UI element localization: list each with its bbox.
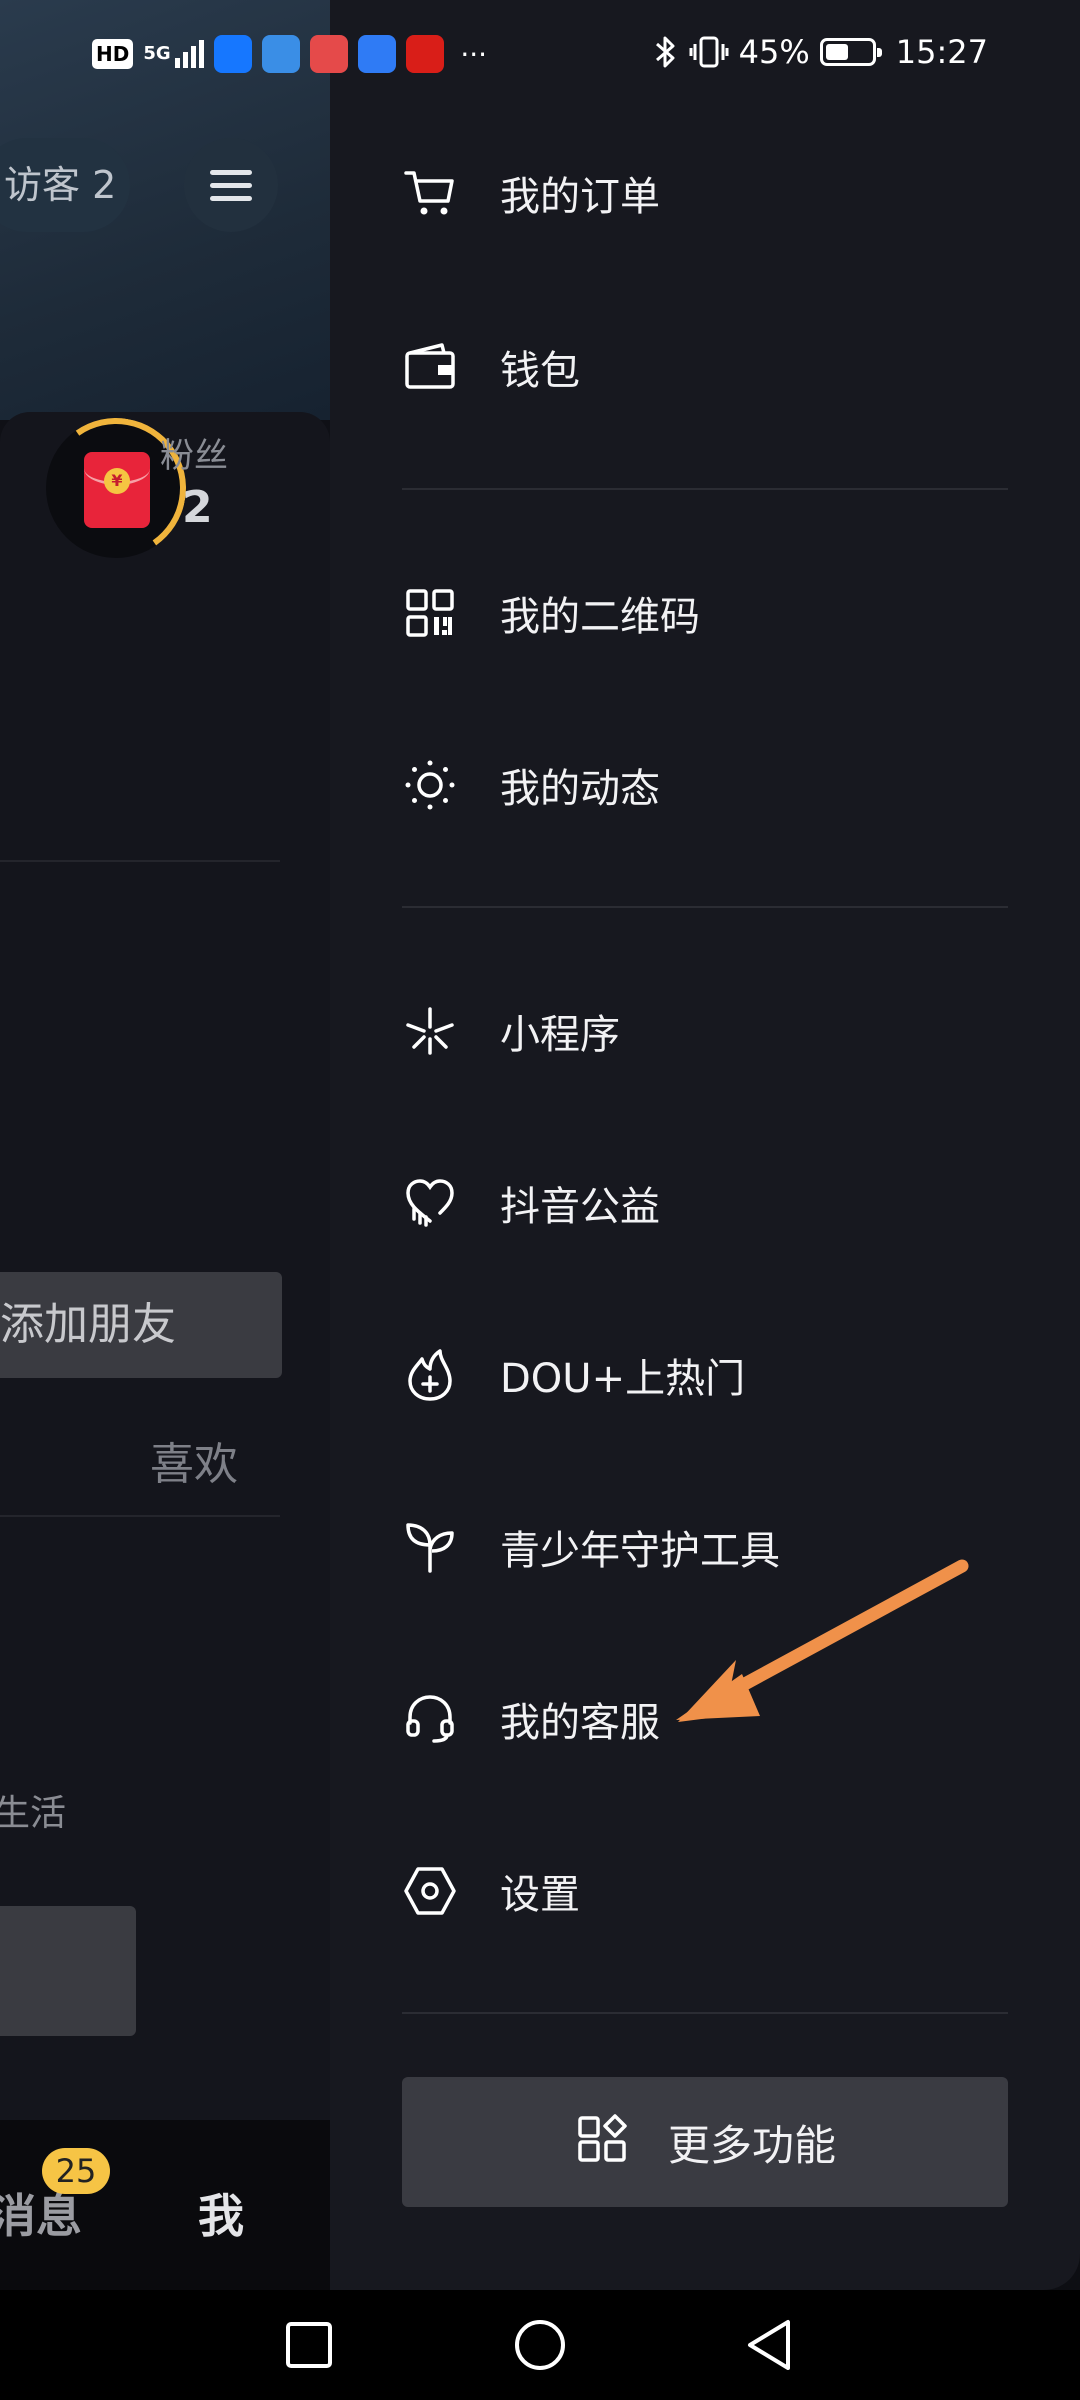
life-text: 生活 [0,1793,67,1834]
browser-app-icon [262,35,301,73]
status-left-icons: HD 5G ··· [92,32,487,76]
side-drawer: 我的订单 钱包 我的二维码 我的动态 小程序 抖音公益 DOU+上热门 青少年守… [330,0,1080,2290]
menu-item-settings[interactable]: 设置 [402,1836,1012,1946]
bottom-nav: 消息 25 我 [0,2120,330,2290]
divider [0,860,280,862]
vibrate-icon [689,36,729,68]
bulb-app-icon [214,35,253,73]
headset-icon [402,1691,458,1747]
status-right-icons: 45% 15:27 [653,30,988,74]
fans-count[interactable]: 2 [182,482,213,533]
red-packet-icon: ¥ [84,452,150,528]
content-card[interactable] [0,1906,136,2036]
menu-item-qr-code[interactable]: 我的二维码 [402,558,1012,668]
more-features-button[interactable]: 更多功能 [402,2077,1008,2207]
recents-square-icon[interactable] [274,2310,344,2380]
menu-label: 我的动态 [500,766,660,812]
menu-item-teen-protection[interactable]: 青少年守护工具 [402,1492,1012,1602]
fans-label: 粉丝 [160,436,228,476]
divider [402,906,1008,908]
menu-item-orders[interactable]: 我的订单 [402,138,1012,248]
more-features-label: 更多功能 [667,2120,836,2170]
menu-item-dou-plus[interactable]: DOU+上热门 [402,1320,1012,1430]
home-circle-icon[interactable] [505,2310,575,2380]
signal-icon [175,40,205,68]
qr-code-icon [402,585,458,641]
wallet-icon [402,339,458,395]
study-app-icon [406,35,445,73]
hd-indicator: HD [92,39,134,69]
clock: 15:27 [895,33,988,71]
menu-label: 我的订单 [500,174,660,220]
back-triangle-icon[interactable] [736,2310,806,2380]
divider [402,488,1008,490]
divider [0,1515,280,1517]
menu-label: 我的二维码 [500,594,700,640]
sun-activity-icon [402,757,458,813]
menu-label: 抖音公益 [500,1184,660,1230]
menu-item-activity[interactable]: 我的动态 [402,730,1012,840]
settings-hex-icon [402,1863,458,1919]
battery-percent: 45% [738,33,810,71]
cart-icon [402,165,458,221]
menu-item-mini-programs[interactable]: 小程序 [402,976,1012,1086]
status-bar: HD 5G ··· 45% 15:27 [0,0,1080,108]
network-type: 5G [143,43,171,64]
menu-label: DOU+上热门 [500,1356,746,1402]
charity-heart-icon [402,1175,458,1231]
flame-plus-icon [402,1347,458,1403]
divider [402,2012,1008,2014]
menu-item-customer-service[interactable]: 我的客服 [402,1664,1012,1774]
nav-me[interactable]: 我 [198,2180,244,2246]
menu-label: 青少年守护工具 [500,1528,780,1574]
tab-likes[interactable]: 喜欢 [150,1428,238,1492]
menu-item-charity[interactable]: 抖音公益 [402,1148,1012,1258]
menu-item-wallet[interactable]: 钱包 [402,312,1012,422]
mini-program-icon [402,1003,458,1059]
battery-icon [819,38,882,66]
profile-page-background: 访客 2 ¥ 粉丝 2 添加朋友 喜欢 生活 消息 25 我 [0,0,330,2290]
menu-label: 小程序 [500,1012,620,1058]
hamburger-menu-button[interactable] [184,138,278,232]
bluetooth-icon [655,36,675,68]
messages-badge: 25 [42,2148,110,2194]
more-notifications-icon: ··· [460,37,488,71]
menu-label: 我的客服 [500,1700,660,1746]
menu-label: 设置 [500,1872,580,1918]
cloud-app-icon [358,35,397,73]
sprout-icon [402,1519,458,1575]
add-friend-button[interactable]: 添加朋友 [0,1272,282,1378]
visitor-pill[interactable]: 访客 2 [0,138,130,232]
menu-label: 钱包 [500,348,580,394]
system-nav-bar [0,2290,1080,2400]
grid-apps-icon [574,2114,630,2170]
reader-app-icon [310,35,349,73]
